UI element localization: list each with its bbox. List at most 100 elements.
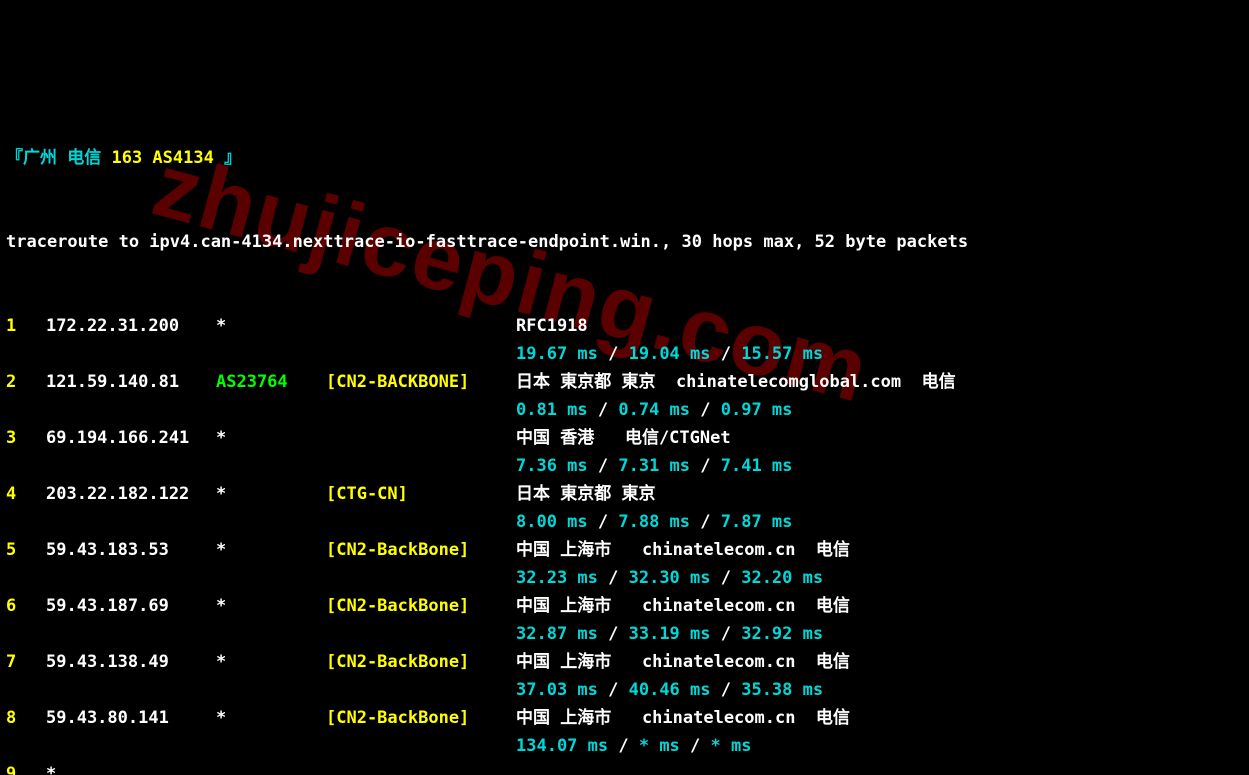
hop-number: 3 bbox=[6, 424, 46, 452]
hop-number: 8 bbox=[6, 704, 46, 732]
latency-separator: / bbox=[588, 512, 619, 532]
hop-latencies: 134.07 ms / * ms / * ms bbox=[516, 732, 1243, 760]
terminal-output: zhujiceping.com 『广州 电信 163 AS4134 』 trac… bbox=[0, 0, 1249, 775]
latency-separator: / bbox=[598, 680, 629, 700]
hop-row: 759.43.138.49*[CN2-BackBone]中国 上海市 china… bbox=[6, 648, 1243, 676]
hop-latency-row: 8.00 ms / 7.88 ms / 7.87 ms bbox=[6, 508, 1243, 536]
hop-location-info: 中国 上海市 chinatelecom.cn 电信 bbox=[516, 592, 1243, 620]
hop-latencies: 7.36 ms / 7.31 ms / 7.41 ms bbox=[516, 452, 1243, 480]
latency-value: * ms bbox=[711, 736, 752, 756]
latency-value: 7.41 ms bbox=[721, 456, 793, 476]
hop-network-tag: [CN2-BackBone] bbox=[326, 704, 516, 732]
hop-latencies: 19.67 ms / 19.04 ms / 15.57 ms bbox=[516, 340, 1243, 368]
hop-network-tag bbox=[326, 424, 516, 452]
hop-network-tag bbox=[326, 312, 516, 340]
latency-value: 32.92 ms bbox=[741, 624, 823, 644]
latency-separator: / bbox=[711, 568, 742, 588]
latency-separator: / bbox=[588, 400, 619, 420]
latency-separator: / bbox=[711, 624, 742, 644]
latency-value: 8.00 ms bbox=[516, 512, 588, 532]
hop-asn: * bbox=[216, 648, 326, 676]
hop-latencies: 32.87 ms / 33.19 ms / 32.92 ms bbox=[516, 620, 1243, 648]
latency-value: 19.04 ms bbox=[629, 344, 711, 364]
hop-latency-row: 7.36 ms / 7.31 ms / 7.41 ms bbox=[6, 452, 1243, 480]
hop-number: 4 bbox=[6, 480, 46, 508]
hop-row: 659.43.187.69*[CN2-BackBone]中国 上海市 china… bbox=[6, 592, 1243, 620]
hop-location-info: 中国 上海市 chinatelecom.cn 电信 bbox=[516, 704, 1243, 732]
latency-separator: / bbox=[598, 568, 629, 588]
hop-list: 1172.22.31.200*RFC191819.67 ms / 19.04 m… bbox=[6, 312, 1243, 775]
hop-ip: 69.194.166.241 bbox=[46, 424, 216, 452]
hop-ip: 59.43.187.69 bbox=[46, 592, 216, 620]
hop-latency-row: 37.03 ms / 40.46 ms / 35.38 ms bbox=[6, 676, 1243, 704]
hop-asn: * bbox=[216, 424, 326, 452]
hop-latencies: 37.03 ms / 40.46 ms / 35.38 ms bbox=[516, 676, 1243, 704]
header-asn: 163 AS4134 bbox=[111, 148, 213, 168]
hop-location-info: RFC1918 bbox=[516, 312, 1243, 340]
hop-row: 2121.59.140.81AS23764[CN2-BACKBONE]日本 東京… bbox=[6, 368, 1243, 396]
hop-latencies: 0.81 ms / 0.74 ms / 0.97 ms bbox=[516, 396, 1243, 424]
hop-location-info: 中国 香港 电信/CTGNet bbox=[516, 424, 1243, 452]
latency-value: 40.46 ms bbox=[629, 680, 711, 700]
latency-value: 7.88 ms bbox=[618, 512, 690, 532]
latency-separator: / bbox=[690, 400, 721, 420]
latency-separator: / bbox=[711, 344, 742, 364]
hop-location-info bbox=[516, 760, 1243, 775]
hop-number: 7 bbox=[6, 648, 46, 676]
header-bracket-open: 『 bbox=[6, 148, 23, 168]
hop-number: 2 bbox=[6, 368, 46, 396]
hop-latencies: 32.23 ms / 32.30 ms / 32.20 ms bbox=[516, 564, 1243, 592]
header-bracket-close: 』 bbox=[214, 148, 241, 168]
hop-asn: AS23764 bbox=[216, 368, 326, 396]
hop-network-tag: [CN2-BACKBONE] bbox=[326, 368, 516, 396]
hop-latencies: 8.00 ms / 7.88 ms / 7.87 ms bbox=[516, 508, 1243, 536]
hop-number: 9 bbox=[6, 760, 46, 775]
hop-network-tag: [CTG-CN] bbox=[326, 480, 516, 508]
hop-row: 369.194.166.241* 中国 香港 电信/CTGNet bbox=[6, 424, 1243, 452]
hop-latency-row: 0.81 ms / 0.74 ms / 0.97 ms bbox=[6, 396, 1243, 424]
hop-row: 1172.22.31.200*RFC1918 bbox=[6, 312, 1243, 340]
hop-location-info: 日本 東京都 東京 bbox=[516, 480, 1243, 508]
header-carrier: 广州 电信 bbox=[23, 148, 111, 168]
hop-row: 559.43.183.53*[CN2-BackBone]中国 上海市 china… bbox=[6, 536, 1243, 564]
latency-value: 32.87 ms bbox=[516, 624, 598, 644]
latency-value: 15.57 ms bbox=[741, 344, 823, 364]
hop-ip: * bbox=[46, 760, 216, 775]
latency-value: 35.38 ms bbox=[741, 680, 823, 700]
latency-value: 32.30 ms bbox=[629, 568, 711, 588]
hop-row: 9* bbox=[6, 760, 1243, 775]
latency-value: * ms bbox=[639, 736, 680, 756]
latency-separator: / bbox=[588, 456, 619, 476]
latency-separator: / bbox=[690, 512, 721, 532]
latency-value: 134.07 ms bbox=[516, 736, 608, 756]
hop-latency-row: 32.87 ms / 33.19 ms / 32.92 ms bbox=[6, 620, 1243, 648]
hop-latency-row: 32.23 ms / 32.30 ms / 32.20 ms bbox=[6, 564, 1243, 592]
latency-separator: / bbox=[711, 680, 742, 700]
hop-row: 859.43.80.141*[CN2-BackBone]中国 上海市 china… bbox=[6, 704, 1243, 732]
latency-value: 7.31 ms bbox=[618, 456, 690, 476]
hop-ip: 172.22.31.200 bbox=[46, 312, 216, 340]
hop-network-tag: [CN2-BackBone] bbox=[326, 592, 516, 620]
latency-separator: / bbox=[598, 624, 629, 644]
hop-number: 5 bbox=[6, 536, 46, 564]
hop-location-info: 日本 東京都 東京 chinatelecomglobal.com 电信 bbox=[516, 368, 1243, 396]
hop-ip: 121.59.140.81 bbox=[46, 368, 216, 396]
latency-value: 19.67 ms bbox=[516, 344, 598, 364]
latency-separator: / bbox=[680, 736, 711, 756]
latency-value: 33.19 ms bbox=[629, 624, 711, 644]
latency-value: 0.97 ms bbox=[721, 400, 793, 420]
hop-latency-row: 134.07 ms / * ms / * ms bbox=[6, 732, 1243, 760]
hop-asn: * bbox=[216, 704, 326, 732]
latency-separator: / bbox=[690, 456, 721, 476]
hop-ip: 59.43.183.53 bbox=[46, 536, 216, 564]
latency-value: 37.03 ms bbox=[516, 680, 598, 700]
latency-value: 32.20 ms bbox=[741, 568, 823, 588]
hop-location-info: 中国 上海市 chinatelecom.cn 电信 bbox=[516, 536, 1243, 564]
hop-network-tag: [CN2-BackBone] bbox=[326, 536, 516, 564]
hop-asn: * bbox=[216, 536, 326, 564]
latency-value: 0.74 ms bbox=[618, 400, 690, 420]
hop-ip: 59.43.80.141 bbox=[46, 704, 216, 732]
hop-asn: * bbox=[216, 480, 326, 508]
hop-number: 6 bbox=[6, 592, 46, 620]
hop-asn: * bbox=[216, 312, 326, 340]
